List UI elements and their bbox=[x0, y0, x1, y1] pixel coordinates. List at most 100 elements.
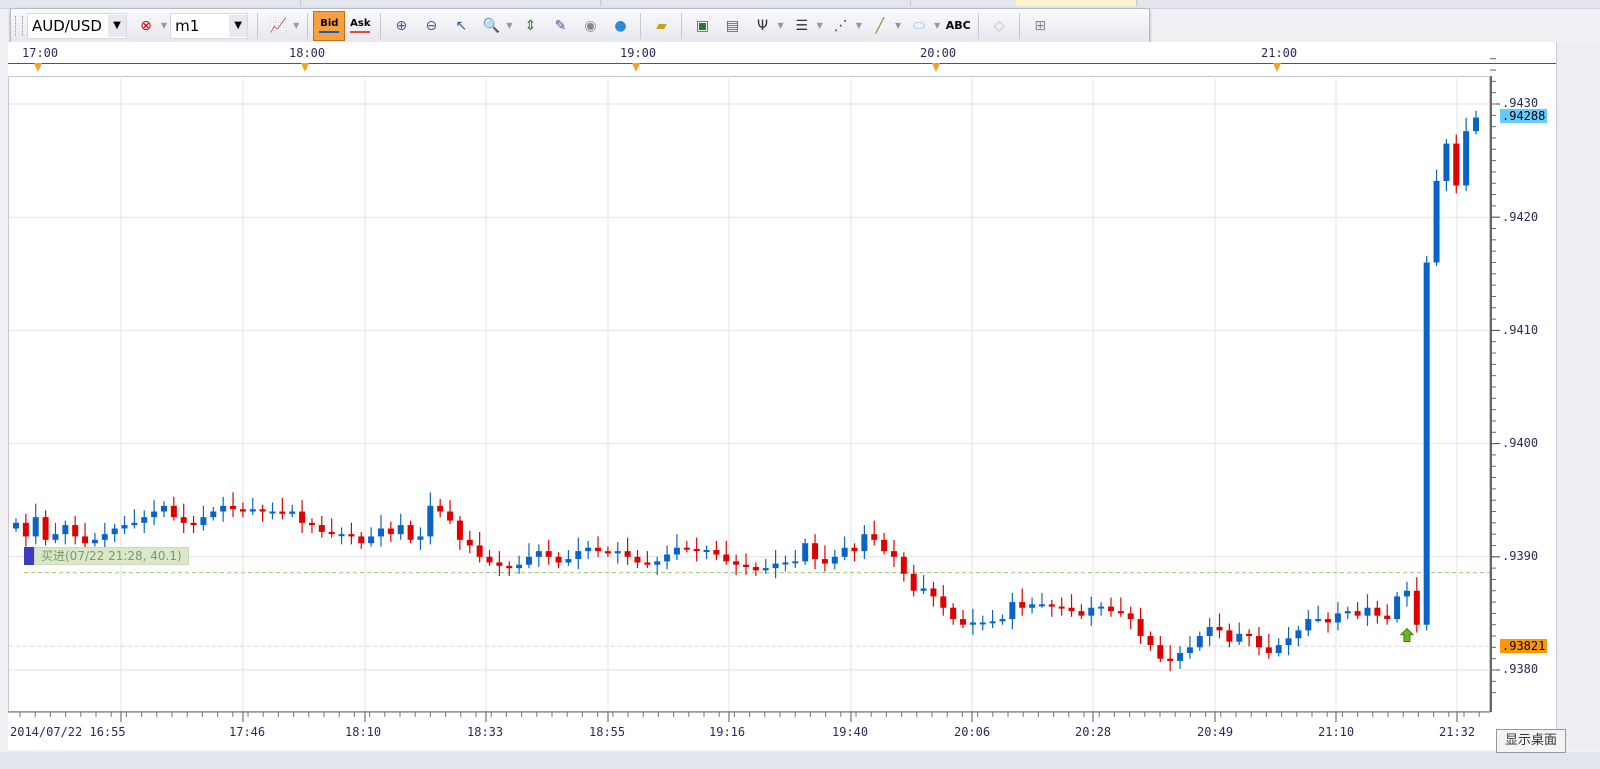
candle-up bbox=[1029, 604, 1036, 608]
candle-down bbox=[1226, 630, 1233, 642]
candle-up bbox=[397, 525, 404, 535]
candle-down bbox=[821, 559, 828, 564]
candle-up bbox=[131, 522, 138, 526]
order-handle[interactable] bbox=[24, 547, 34, 565]
candle-down bbox=[900, 556, 907, 574]
candle-up bbox=[111, 528, 118, 535]
candle-up bbox=[575, 551, 582, 560]
y-tick-label: .9420 bbox=[1502, 210, 1539, 224]
show-desktop-button[interactable]: 显示桌面 bbox=[1496, 729, 1566, 753]
candle-up bbox=[1473, 117, 1479, 132]
y-tick-label: .9400 bbox=[1502, 436, 1539, 450]
candle-down bbox=[279, 511, 286, 514]
candle-down bbox=[22, 522, 29, 537]
candle-down bbox=[456, 520, 463, 540]
candle-up bbox=[782, 562, 789, 565]
candle-up bbox=[269, 511, 276, 514]
candle-up bbox=[516, 564, 523, 569]
candle-up bbox=[1009, 602, 1016, 620]
candle-down bbox=[1255, 636, 1262, 648]
last-price-tag: .94288 bbox=[1500, 109, 1548, 123]
x-tick-label: 19:16 bbox=[709, 725, 746, 739]
candle-down bbox=[1058, 606, 1065, 609]
candle-up bbox=[338, 534, 345, 537]
candle-up bbox=[1433, 180, 1440, 263]
y-tick-label: .9390 bbox=[1502, 549, 1539, 563]
candle-up bbox=[585, 547, 592, 552]
candle-up bbox=[535, 551, 542, 557]
candle-down bbox=[190, 522, 197, 526]
buy-arrow-icon bbox=[1399, 627, 1415, 643]
y-tick-label: .9430 bbox=[1502, 96, 1539, 110]
x-tick-label: 17:46 bbox=[229, 725, 266, 739]
candle-down bbox=[1374, 607, 1381, 616]
candle-up bbox=[999, 619, 1006, 622]
candle-down bbox=[348, 534, 355, 537]
x-tick-label: 19:40 bbox=[832, 725, 869, 739]
candle-down bbox=[1384, 615, 1391, 620]
candle-up bbox=[249, 509, 256, 512]
candle-up bbox=[220, 505, 227, 512]
candle-down bbox=[1157, 645, 1164, 659]
candle-down bbox=[239, 509, 246, 512]
candle-up bbox=[969, 622, 976, 625]
candle-down bbox=[644, 562, 651, 565]
candle-down bbox=[1019, 602, 1026, 608]
candle-down bbox=[624, 551, 631, 557]
candle-down bbox=[881, 539, 888, 552]
candle-up bbox=[141, 517, 148, 523]
candle-up bbox=[792, 561, 799, 564]
candle-down bbox=[713, 550, 720, 555]
candle-down bbox=[871, 534, 878, 540]
candle-up bbox=[1334, 613, 1341, 623]
candle-up bbox=[1186, 647, 1193, 654]
candle-up bbox=[121, 525, 128, 529]
candle-down bbox=[1147, 636, 1154, 646]
candle-down bbox=[476, 545, 483, 557]
candle-down bbox=[950, 607, 957, 620]
buy-order-marker[interactable]: 买进(07/22 21:28, 40.1) bbox=[24, 547, 189, 565]
candle-down bbox=[693, 548, 700, 552]
candle-up bbox=[200, 517, 207, 526]
candle-down bbox=[604, 551, 611, 554]
candle-down bbox=[1265, 647, 1272, 654]
candle-up bbox=[289, 511, 296, 514]
chart-marks bbox=[8, 58, 1500, 722]
x-tick-label: 20:28 bbox=[1075, 725, 1112, 739]
bid-price-tag: .93821 bbox=[1500, 639, 1548, 653]
candle-down bbox=[555, 556, 562, 563]
candle-down bbox=[496, 562, 503, 566]
candle-up bbox=[614, 551, 621, 554]
candle-down bbox=[1117, 611, 1124, 614]
candle-up bbox=[13, 522, 19, 529]
candle-up bbox=[802, 543, 809, 562]
candle-down bbox=[733, 561, 740, 565]
candle-up bbox=[1315, 619, 1322, 622]
candle-up bbox=[368, 536, 375, 544]
x-tick-label: 20:49 bbox=[1197, 725, 1234, 739]
candle-up bbox=[91, 539, 98, 544]
candle-down bbox=[466, 539, 473, 546]
candle-down bbox=[72, 525, 79, 537]
candle-up bbox=[32, 517, 39, 537]
candle-down bbox=[1413, 590, 1420, 625]
candle-down bbox=[683, 547, 690, 550]
candle-up bbox=[417, 536, 424, 540]
candle-down bbox=[930, 588, 937, 597]
candle-down bbox=[890, 551, 897, 557]
x-tick-label: 18:10 bbox=[345, 725, 382, 739]
candle-down bbox=[1453, 143, 1460, 186]
candle-up bbox=[841, 547, 848, 557]
candle-up bbox=[525, 556, 532, 565]
candle-down bbox=[634, 556, 641, 563]
candle-down bbox=[328, 531, 335, 535]
candle-down bbox=[851, 547, 858, 552]
candle-down bbox=[545, 551, 552, 557]
candle-up bbox=[1305, 619, 1312, 631]
candle-down bbox=[1048, 604, 1055, 607]
candle-up bbox=[427, 505, 434, 537]
x-tick-label: 2014/07/22 16:55 bbox=[10, 725, 126, 739]
candle-down bbox=[486, 556, 493, 563]
candle-down bbox=[1137, 619, 1144, 637]
candle-up bbox=[1177, 653, 1184, 661]
